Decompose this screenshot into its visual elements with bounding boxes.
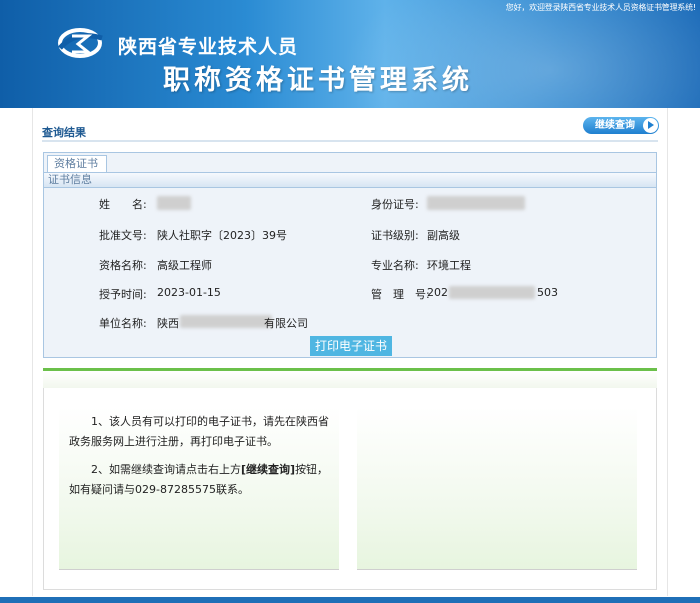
major-label: 专业名称: — [371, 259, 419, 272]
major-value: 环境工程 — [427, 259, 471, 272]
note-line-2-a: 2、如需继续查询请点击右上方 — [91, 463, 241, 476]
certificate-info-header: 证书信息 — [44, 172, 656, 188]
approval-doc-label: 批准文号: — [99, 229, 147, 242]
id-number-value-redacted — [427, 196, 525, 210]
logo-icon — [58, 28, 103, 58]
qualification-value: 高级工程师 — [157, 259, 212, 272]
welcome-text: 您好，欢迎登录陕西省专业技术人员资格证书管理系统! — [505, 3, 696, 12]
result-divider — [42, 140, 658, 142]
print-certificate-button[interactable]: 打印电子证书 — [310, 336, 392, 356]
unit-prefix: 陕西 — [157, 317, 179, 330]
system-title-main: 陕西省专业技术人员 — [118, 36, 299, 58]
unit-suffix: 有限公司 — [264, 317, 308, 330]
note-line-2: 2、如需继续查询请点击右上方[继续查询]按钮，如有疑问请与029-8728557… — [69, 460, 339, 500]
page: 您好，欢迎登录陕西省专业技术人员资格证书管理系统! 陕西省专业技术人员 职称资格… — [0, 0, 700, 603]
system-title-sub: 职称资格证书管理系统 — [163, 65, 473, 96]
name-value-redacted — [157, 196, 191, 210]
grant-date-label: 授予时间: — [99, 288, 147, 301]
bottom-bar — [0, 597, 700, 603]
name-label: 姓 名: — [99, 198, 147, 211]
id-number-label: 身份证号: — [371, 198, 419, 211]
approval-doc-value: 陕人社职字〔2023〕39号 — [157, 229, 287, 242]
continue-query-button[interactable]: 继续查询 — [583, 117, 659, 134]
header-banner: 您好，欢迎登录陕西省专业技术人员资格证书管理系统! 陕西省专业技术人员 职称资格… — [0, 0, 700, 108]
arrow-right-icon — [643, 118, 658, 133]
grant-date-value: 2023-01-15 — [157, 286, 221, 299]
notes-right-column — [357, 407, 637, 570]
management-number-label: 管 理 号: — [371, 288, 430, 301]
tab-certificate[interactable]: 资格证书 — [47, 155, 107, 172]
note-line-2-b: [继续查询] — [241, 463, 296, 476]
management-number-suffix: 503 — [537, 286, 558, 299]
result-title: 查询结果 — [42, 126, 86, 139]
notes-header-bar — [43, 368, 657, 388]
note-line-1: 1、该人员有可以打印的电子证书，请先在陕西省政务服务网上进行注册，再打印电子证书… — [69, 415, 329, 448]
continue-query-label: 继续查询 — [595, 120, 635, 131]
cert-level-label: 证书级别: — [371, 229, 419, 242]
management-number-redacted — [449, 286, 535, 299]
unit-label: 单位名称: — [99, 317, 147, 330]
qualification-label: 资格名称: — [99, 259, 147, 272]
unit-name-redacted — [180, 315, 272, 328]
cert-level-value: 副高级 — [427, 229, 460, 242]
management-number-prefix: 202 — [427, 286, 448, 299]
